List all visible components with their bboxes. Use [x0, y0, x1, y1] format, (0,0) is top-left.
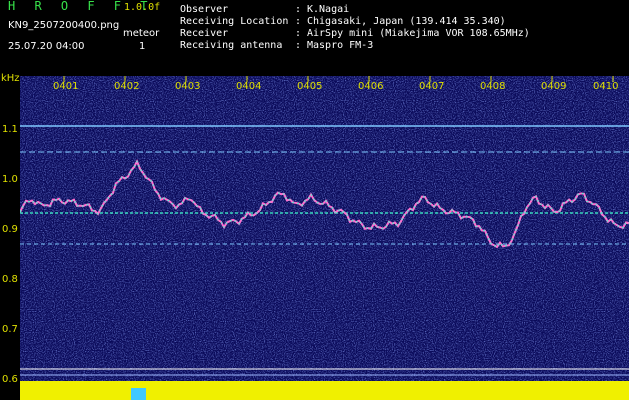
x-tick-label: 0409	[541, 81, 567, 92]
meteor-marker	[131, 388, 146, 400]
meta-colon: :	[295, 16, 302, 27]
y-tick-label: 1.0	[2, 174, 18, 185]
version-label: 1.0.0f	[124, 2, 161, 13]
x-tick-label: 0406	[358, 81, 384, 92]
meta-colon: :	[295, 4, 302, 15]
y-axis-unit: kHz	[1, 73, 20, 84]
meta-row-location: Receiving Location: Chigasaki, Japan (139…	[180, 16, 506, 28]
noise-layer	[20, 76, 629, 400]
y-tick-label: 0.7	[2, 324, 18, 335]
meta-key: Receiver	[180, 28, 229, 39]
meteor-label: meteor	[123, 28, 160, 39]
meta-colon: :	[295, 28, 302, 39]
x-tick-label: 0404	[236, 81, 262, 92]
meta-value: K.Nagai	[307, 4, 350, 15]
filename-label: KN9_2507200400.png	[8, 20, 120, 31]
x-tick-label: 0407	[419, 81, 445, 92]
spectrogram	[20, 76, 629, 400]
x-tick-label: 0402	[114, 81, 140, 92]
x-tick-label: 0408	[480, 81, 506, 92]
spectrogram-canvas	[20, 76, 629, 400]
x-tick-label: 0410	[593, 81, 619, 92]
meta-key: Observer	[180, 4, 229, 15]
y-tick-label: 1.1	[2, 124, 18, 135]
meta-value: Chigasaki, Japan (139.414 35.340)	[307, 16, 506, 27]
y-tick-label: 0.9	[2, 224, 18, 235]
y-tick-label: 0.8	[2, 274, 18, 285]
meta-key: Receiving Location	[180, 16, 289, 27]
meta-value: Maspro FM-3	[307, 40, 374, 51]
y-tick-label: 0.6	[2, 374, 18, 385]
meta-value: AirSpy mini (Miakejima VOR 108.65MHz)	[307, 28, 530, 39]
level-bar	[20, 381, 629, 400]
meta-row-observer: Observer: K.Nagai	[180, 4, 349, 16]
meta-key: Receiving antenna	[180, 40, 283, 51]
x-tick-label: 0401	[53, 81, 79, 92]
meta-row-receiver: Receiver: AirSpy mini (Miakejima VOR 108.…	[180, 28, 530, 40]
x-tick-label: 0405	[297, 81, 323, 92]
meta-row-antenna: Receiving antenna: Maspro FM-3	[180, 40, 373, 52]
meta-colon: :	[295, 40, 302, 51]
timestamp-label: 25.07.20 04:00	[8, 41, 85, 52]
meteor-count: 1	[139, 41, 146, 52]
x-tick-label: 0403	[175, 81, 201, 92]
